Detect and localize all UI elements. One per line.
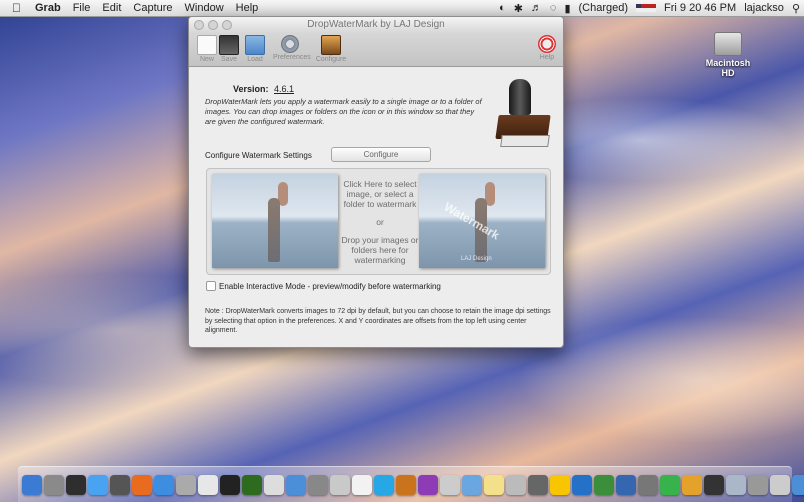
finder-icon[interactable]	[22, 475, 42, 495]
image-drop-zone[interactable]: Click Here to select image, or select a …	[206, 168, 551, 275]
window-title: DropWaterMark by LAJ Design	[307, 19, 445, 30]
bluetooth-icon[interactable]: ✱	[510, 2, 527, 15]
flag-icon[interactable]	[632, 2, 660, 14]
configure-toolbar-button[interactable]: Configure	[315, 35, 347, 63]
menu-bar:  Grab File Edit Capture Window Help ◐ ✱…	[0, 0, 804, 17]
menu-capture[interactable]: Capture	[127, 0, 178, 16]
preview-icon[interactable]	[176, 475, 196, 495]
click-to-select-text: Click Here to select image, or select a …	[343, 179, 417, 209]
camera-icon[interactable]	[770, 475, 790, 495]
preview2-icon[interactable]	[638, 475, 658, 495]
skype-icon[interactable]	[374, 475, 394, 495]
firefox-icon[interactable]	[132, 475, 152, 495]
terminal-icon[interactable]	[220, 475, 240, 495]
close-window-icon[interactable]	[194, 20, 204, 30]
mail-icon[interactable]	[462, 475, 482, 495]
configure-button[interactable]: Configure	[331, 147, 431, 162]
window-titlebar[interactable]: DropWaterMark by LAJ Design	[189, 17, 563, 33]
clock[interactable]: Fri 9 20 46 PM	[660, 2, 740, 14]
menu-file[interactable]: File	[67, 0, 97, 16]
dashboard-icon[interactable]	[66, 475, 86, 495]
picture-frame-icon	[321, 35, 341, 55]
battery-icon[interactable]: ▮	[560, 2, 574, 15]
menu-window[interactable]: Window	[179, 0, 230, 16]
app-icon[interactable]	[418, 475, 438, 495]
watermark-text: Watermark	[441, 199, 502, 243]
dock	[18, 466, 804, 503]
app-store-icon[interactable]	[88, 475, 108, 495]
drop-instructions[interactable]: Click Here to select image, or select a …	[341, 179, 419, 265]
gear-icon	[281, 35, 299, 53]
menu-app-grab[interactable]: Grab	[29, 0, 67, 16]
folder-icon	[245, 35, 265, 55]
photo-icon[interactable]	[308, 475, 328, 495]
dreamweaver-icon[interactable]	[242, 475, 262, 495]
dropbox-icon[interactable]	[572, 475, 592, 495]
pie-icon[interactable]	[682, 475, 702, 495]
grab-icon[interactable]	[506, 475, 526, 495]
stamp-icon[interactable]	[704, 475, 724, 495]
version-label: Version:	[233, 84, 269, 94]
green-cube-icon[interactable]	[660, 475, 680, 495]
desktop-disk[interactable]: Macintosh HD	[700, 32, 756, 78]
window-toolbar: New Save Load Preferences Configure Help	[189, 33, 563, 67]
time-machine-icon[interactable]: ◐	[495, 2, 510, 14]
menu-help[interactable]: Help	[230, 0, 265, 16]
chrome-icon[interactable]	[198, 475, 218, 495]
battery-status[interactable]: (Charged)	[575, 2, 633, 14]
calendar-icon[interactable]	[264, 475, 284, 495]
drop-files-text: Drop your images or folders here for wat…	[341, 235, 419, 265]
launchpad-icon[interactable]	[44, 475, 64, 495]
duck-icon[interactable]	[550, 475, 570, 495]
watermark-credit: LAJ Design	[461, 256, 492, 262]
user-menu[interactable]: lajackso	[740, 2, 788, 14]
safari-icon[interactable]	[154, 475, 174, 495]
help-button[interactable]: Help	[531, 35, 563, 61]
menu-edit[interactable]: Edit	[96, 0, 127, 16]
guitar-icon[interactable]	[396, 475, 416, 495]
hard-disk-icon	[714, 32, 742, 56]
minimize-window-icon[interactable]	[208, 20, 218, 30]
interactive-mode-option[interactable]: Enable Interactive Mode - preview/modify…	[206, 281, 441, 291]
text-icon[interactable]	[330, 475, 350, 495]
interactive-mode-label: Enable Interactive Mode - preview/modify…	[219, 281, 441, 291]
lifebuoy-icon	[538, 35, 556, 53]
preferences-button[interactable]: Preferences	[273, 35, 311, 61]
original-image-preview	[212, 174, 338, 268]
crossword-icon[interactable]	[352, 475, 372, 495]
xcode-icon[interactable]	[616, 475, 636, 495]
apple-menu-icon[interactable]: 	[0, 0, 29, 16]
wifi-icon[interactable]: ◌	[546, 2, 561, 14]
version-value: 4.6.1	[274, 84, 295, 94]
system-icon[interactable]	[110, 475, 130, 495]
rubber-stamp-icon[interactable]	[495, 79, 551, 147]
itunes-icon[interactable]	[286, 475, 306, 495]
image-icon[interactable]	[594, 475, 614, 495]
zoom-window-icon[interactable]	[222, 20, 232, 30]
floppy-disk-icon	[219, 35, 239, 55]
configure-settings-label: Configure Watermark Settings	[205, 151, 312, 160]
dpi-note: Note : DropWaterMark converts images to …	[205, 308, 551, 334]
spider-icon[interactable]	[440, 475, 460, 495]
spotlight-icon[interactable]: ⚲	[788, 2, 804, 15]
utility-icon[interactable]	[528, 475, 548, 495]
or-text: or	[376, 217, 384, 227]
folder-icon[interactable]	[726, 475, 746, 495]
dropwatermark-window: DropWaterMark by LAJ Design New Save Loa…	[188, 16, 564, 348]
notes-icon[interactable]	[484, 475, 504, 495]
interactive-mode-checkbox[interactable]	[206, 281, 216, 291]
watermarked-image-preview: Watermark LAJ Design	[419, 174, 545, 268]
load-button[interactable]: Load	[239, 35, 271, 63]
disk-label: Macintosh HD	[705, 58, 751, 78]
download-icon[interactable]	[792, 475, 804, 495]
drive-icon[interactable]	[748, 475, 768, 495]
volume-icon[interactable]: ♬	[527, 2, 546, 14]
app-description: DropWaterMark lets you apply a watermark…	[205, 97, 482, 126]
